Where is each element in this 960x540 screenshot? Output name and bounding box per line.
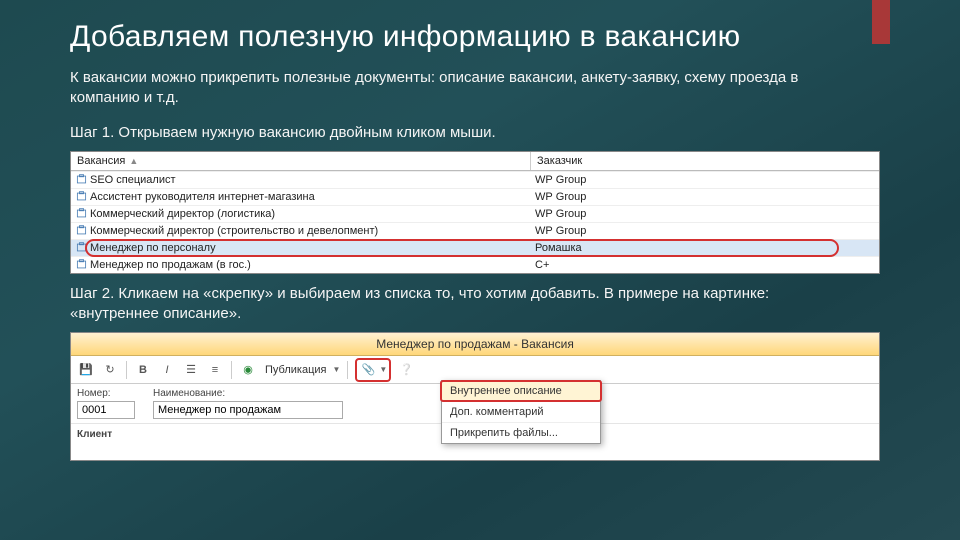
menu-internal-description[interactable]: Внутреннее описание <box>442 381 600 402</box>
separator <box>347 361 348 379</box>
column-customer[interactable]: Заказчик <box>531 152 879 170</box>
step1-text: Шаг 1. Открываем нужную вакансию двойным… <box>70 123 850 143</box>
table-row[interactable]: SЕО специалист WР Group <box>71 171 879 188</box>
refresh-icon[interactable]: ↻ <box>101 361 119 379</box>
vacancy-icon <box>75 242 87 254</box>
table-row[interactable]: Менеджер по персоналу Ромашка <box>71 239 879 256</box>
sort-arrow-icon: ▲ <box>129 156 138 166</box>
column-vacancy[interactable]: Вакансия▲ <box>71 152 531 170</box>
vacancy-cell: Коммерческий директор (логистика) <box>90 208 275 220</box>
vacancy-icon <box>75 259 87 271</box>
field-label-name: Наименование: <box>153 388 343 399</box>
customer-cell: WР Group <box>531 208 879 220</box>
separator <box>126 361 127 379</box>
attach-button-highlight: 📎 ▼ <box>355 358 391 382</box>
vacancy-cell: Коммерческий директор (строительство и д… <box>90 225 378 237</box>
grid-header: Вакансия▲ Заказчик <box>71 152 879 171</box>
vacancy-cell: Менеджер по персоналу <box>90 242 216 254</box>
menu-additional-comment[interactable]: Доп. комментарий <box>442 402 600 423</box>
name-input[interactable] <box>153 401 343 419</box>
globe-icon[interactable]: ◉ <box>239 361 257 379</box>
publication-button[interactable]: Публикация <box>265 364 326 376</box>
screenshot-window: Менеджер по продажам - Вакансия 💾 ↻ B I … <box>70 332 880 461</box>
table-row[interactable]: Коммерческий директор (логистика) WР Grou… <box>71 205 879 222</box>
customer-cell: WР Group <box>531 191 879 203</box>
vacancy-icon <box>75 174 87 186</box>
step2-text: Шаг 2. Кликаем на «скрепку» и выбираем и… <box>70 284 850 325</box>
vacancy-cell: SЕО специалист <box>90 174 176 186</box>
customer-cell: С+ <box>531 259 879 271</box>
attach-dropdown: Внутреннее описание Доп. комментарий При… <box>441 380 601 444</box>
italic-icon[interactable]: I <box>158 361 176 379</box>
slide-title: Добавляем полезную информацию в вакансию <box>70 20 890 54</box>
bold-icon[interactable]: B <box>134 361 152 379</box>
number-input[interactable] <box>77 401 135 419</box>
vacancy-icon <box>75 191 87 203</box>
list-numbered-icon[interactable]: ≡ <box>206 361 224 379</box>
customer-cell: WР Group <box>531 225 879 237</box>
menu-attach-files[interactable]: Прикрепить файлы... <box>442 423 600 443</box>
vacancy-cell: Менеджер по продажам (в гос.) <box>90 259 251 271</box>
table-row[interactable]: Ассистент руководителя интернет-магазина… <box>71 188 879 205</box>
table-row[interactable]: Коммерческий директор (строительство и д… <box>71 222 879 239</box>
chevron-down-icon[interactable]: ▼ <box>379 365 387 374</box>
screenshot-grid: Вакансия▲ Заказчик SЕО специалист WР Grou… <box>70 151 880 274</box>
paperclip-icon[interactable]: 📎 <box>359 361 377 379</box>
window-title: Менеджер по продажам - Вакансия <box>71 333 879 356</box>
customer-cell: WР Group <box>531 174 879 186</box>
table-row[interactable]: Менеджер по продажам (в гос.) С+ <box>71 256 879 273</box>
vacancy-icon <box>75 208 87 220</box>
list-bullets-icon[interactable]: ☰ <box>182 361 200 379</box>
accent-bar <box>872 0 890 44</box>
field-label-number: Номер: <box>77 388 135 399</box>
save-icon[interactable]: 💾 <box>77 361 95 379</box>
vacancy-icon <box>75 225 87 237</box>
chevron-down-icon[interactable]: ▼ <box>332 365 340 374</box>
vacancy-cell: Ассистент руководителя интернет-магазина <box>90 191 315 203</box>
toolbar: 💾 ↻ B I ☰ ≡ ◉ Публикация ▼ 📎 ▼ ❔ Внутрен… <box>71 356 879 384</box>
customer-cell: Ромашка <box>531 242 879 254</box>
help-icon[interactable]: ❔ <box>397 361 415 379</box>
separator <box>231 361 232 379</box>
intro-text: К вакансии можно прикрепить полезные док… <box>70 68 850 109</box>
